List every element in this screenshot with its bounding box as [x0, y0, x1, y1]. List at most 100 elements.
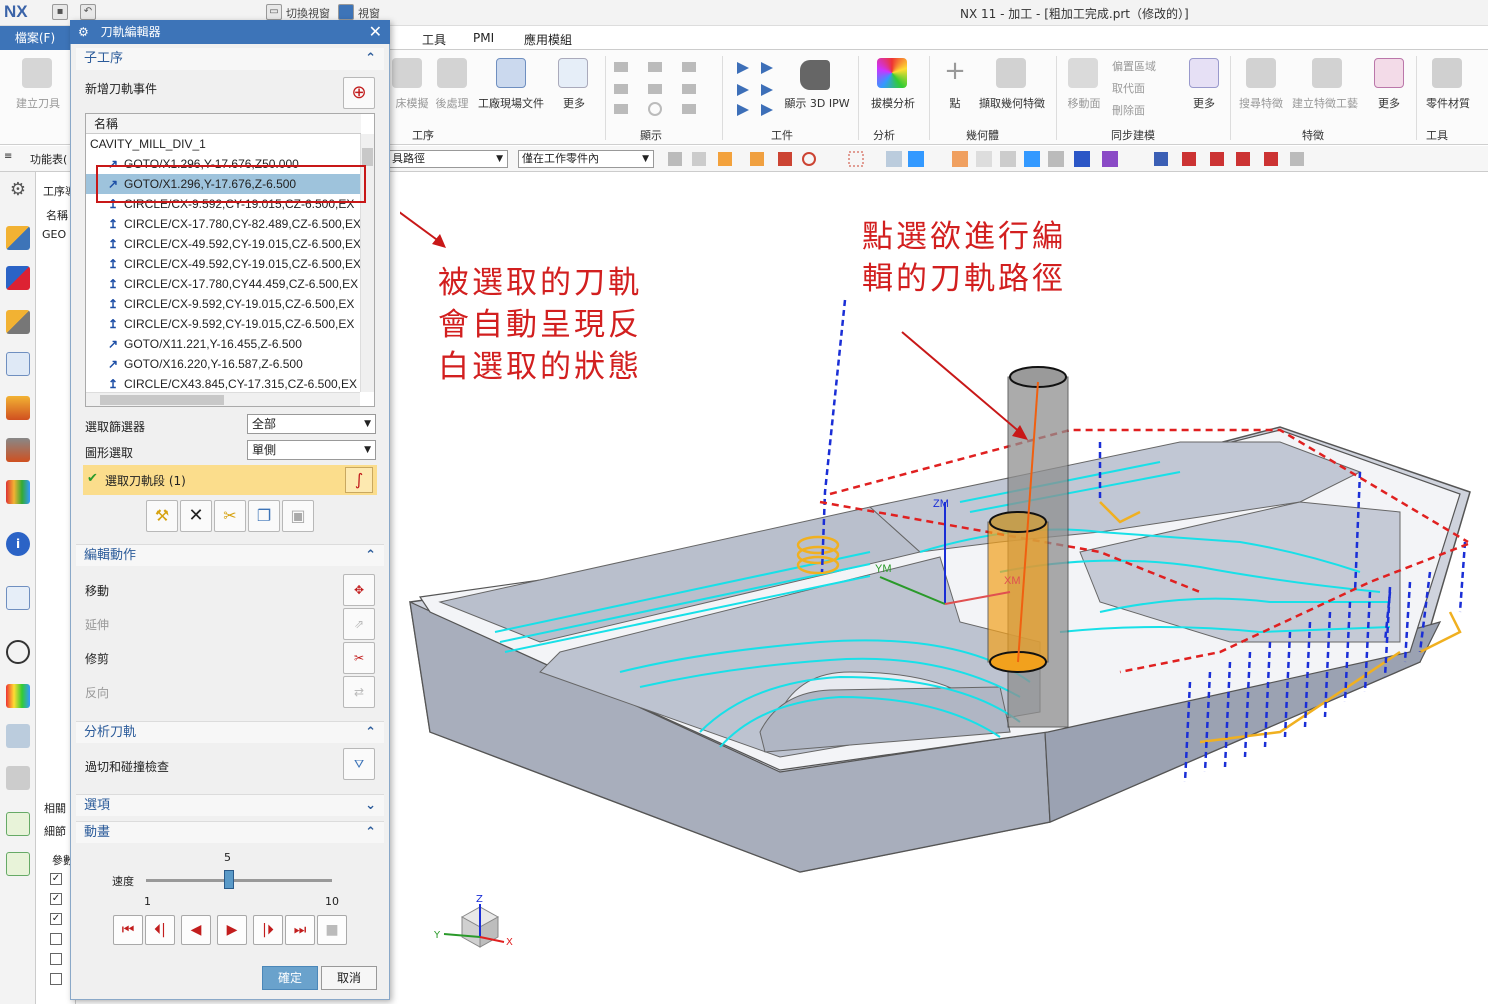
list-item[interactable]: ↗ GOTO/X11.221,Y-16.455,Z-6.500: [86, 334, 361, 354]
move-face-icon[interactable]: [1068, 58, 1098, 88]
trim-icon[interactable]: ✂: [343, 642, 375, 674]
curve-select-icon[interactable]: ∫: [345, 467, 373, 493]
list-horizontal-scrollbar[interactable]: [86, 392, 360, 406]
section-options-header[interactable]: 選項 ⌄: [76, 794, 384, 816]
details-panel-title[interactable]: 細節: [44, 823, 66, 839]
find-feature-button[interactable]: 搜尋特徵: [1236, 95, 1286, 111]
extract-geometry-icon[interactable]: [996, 58, 1026, 88]
operation-navigator-icon[interactable]: [6, 352, 30, 376]
gear-icon[interactable]: ⚙: [6, 178, 30, 202]
list-item[interactable]: ↥ CIRCLE/CX-49.592,CY-19.015,CZ-6.500,EX: [86, 254, 361, 274]
show-3d-ipw-button[interactable]: 顯示 3D IPW: [782, 95, 852, 111]
type-filter-select[interactable]: 具路徑 ▼: [388, 150, 508, 168]
select-segment-row[interactable]: ✔ 選取刀軌段 (1) ∫: [83, 465, 377, 495]
detail-checkbox[interactable]: ✓: [50, 913, 62, 925]
system-materials-icon[interactable]: [6, 724, 30, 748]
machine-sim-button[interactable]: 床模擬: [392, 95, 432, 111]
section-edit-header[interactable]: 編輯動作 ⌃: [76, 544, 384, 566]
section-subop-header[interactable]: 子工序 ⌃: [76, 48, 384, 70]
stop-button[interactable]: ■: [317, 915, 347, 945]
info-icon[interactable]: i: [6, 532, 30, 556]
rewind-to-start-button[interactable]: ⏮: [113, 915, 143, 945]
delete-icon[interactable]: ✕: [180, 500, 212, 532]
machine-tool-navigator-icon[interactable]: [6, 396, 30, 420]
play-backward-button[interactable]: ◀: [181, 915, 211, 945]
toolpath-event-list[interactable]: 名稱 CAVITY_MILL_DIV_1 ↗ GOTO/X1.296,Y-17.6…: [85, 113, 375, 407]
list-item[interactable]: ↥ CIRCLE/CX-17.780,CY-82.489,CZ-6.500,EX: [86, 214, 361, 234]
process-studio-icon[interactable]: [6, 766, 30, 790]
detail-checkbox[interactable]: ✓: [50, 893, 62, 905]
web-browser-icon[interactable]: [6, 586, 30, 610]
save-icon[interactable]: ▪: [52, 4, 68, 20]
more-ops-icon[interactable]: [558, 58, 588, 88]
postprocess-icon[interactable]: [437, 58, 467, 88]
menu-tools[interactable]: 工具: [422, 31, 446, 48]
close-icon[interactable]: ✕: [369, 20, 382, 44]
navigator-row-geometry[interactable]: GEO: [42, 228, 66, 241]
create-tool-button[interactable]: 建立刀具: [10, 95, 66, 111]
section-analyze-header[interactable]: 分析刀軌 ⌃: [76, 721, 384, 743]
detail-checkbox[interactable]: [50, 973, 62, 985]
move-icon[interactable]: ✥: [343, 574, 375, 606]
draft-analysis-icon[interactable]: [877, 58, 907, 88]
list-item[interactable]: ↥ CIRCLE/CX-9.592,CY-19.015,CZ-6.500,EX: [86, 314, 361, 334]
reuse-library-icon[interactable]: [6, 480, 30, 504]
part-navigator-icon[interactable]: [6, 226, 30, 250]
roles-icon[interactable]: [6, 812, 30, 836]
machine-sim-icon[interactable]: [392, 58, 422, 88]
gear-icon[interactable]: ⚙: [78, 25, 89, 39]
list-item[interactable]: ↥ CIRCLE/CX-17.780,CY44.459,CZ-6.500,EX: [86, 274, 361, 294]
paste-icon[interactable]: ▣: [282, 500, 314, 532]
play-forward-button[interactable]: ▶: [217, 915, 247, 945]
more-ops-button[interactable]: 更多: [556, 95, 592, 111]
shape-select[interactable]: 單側 ▼: [247, 440, 376, 460]
workpiece-tools-cluster[interactable]: [733, 58, 777, 120]
menu-applications[interactable]: 應用模組: [524, 31, 572, 48]
snap-tools-strip[interactable]: [664, 150, 1314, 168]
list-header[interactable]: 名稱: [86, 114, 361, 134]
extend-icon[interactable]: ⇗: [343, 608, 375, 640]
draft-analysis-button[interactable]: 拔模分析: [866, 95, 920, 111]
wrench-icon[interactable]: ⚒: [146, 500, 178, 532]
more-sync-button[interactable]: 更多: [1186, 95, 1222, 111]
roles-icon-2[interactable]: [6, 852, 30, 876]
menu-icon[interactable]: ≡: [4, 151, 12, 165]
list-root[interactable]: CAVITY_MILL_DIV_1: [86, 134, 361, 154]
delete-face-button[interactable]: 刪除面: [1112, 102, 1184, 118]
offset-region-button[interactable]: 偏置區域: [1112, 58, 1184, 74]
detail-checkbox[interactable]: [50, 933, 62, 945]
ok-button[interactable]: 確定: [262, 966, 318, 990]
history-clock-icon[interactable]: [6, 640, 30, 664]
detail-checkbox[interactable]: ✓: [50, 873, 62, 885]
list-item[interactable]: ↗ GOTO/X16.220,Y-16.587,Z-6.500: [86, 354, 361, 374]
ipw-icon[interactable]: [800, 60, 830, 90]
speed-slider-thumb[interactable]: [223, 870, 234, 889]
part-material-icon[interactable]: [1432, 58, 1462, 88]
window-menu-button[interactable]: 視窗: [358, 5, 380, 21]
file-menu[interactable]: 檔案(F): [0, 26, 70, 50]
shop-doc-button[interactable]: 工廠現場文件: [475, 95, 547, 111]
part-material-button[interactable]: 零件材質: [1420, 95, 1476, 111]
gouge-check-icon[interactable]: ⛛: [343, 748, 375, 780]
reverse-icon[interactable]: ⇄: [343, 676, 375, 708]
create-feature-process-icon[interactable]: [1312, 58, 1342, 88]
create-feature-process-button[interactable]: 建立特徵工藝: [1290, 95, 1360, 111]
section-animation-header[interactable]: 動畫 ⌃: [76, 821, 384, 843]
window-icon[interactable]: [338, 4, 354, 20]
menu-pmi[interactable]: PMI: [473, 31, 494, 45]
move-face-button[interactable]: 移動面: [1060, 95, 1108, 111]
more-feature-icon[interactable]: [1374, 58, 1404, 88]
find-feature-icon[interactable]: [1246, 58, 1276, 88]
undo-icon[interactable]: ↶: [80, 4, 96, 20]
display-tools-cluster[interactable]: [612, 58, 712, 120]
detail-checkbox[interactable]: [50, 953, 62, 965]
shop-doc-icon[interactable]: [496, 58, 526, 88]
copy-icon[interactable]: ❐: [248, 500, 280, 532]
create-tool-icon[interactable]: [22, 58, 52, 88]
constraint-navigator-icon[interactable]: [6, 310, 30, 334]
step-back-button[interactable]: ⏴|: [145, 915, 175, 945]
speed-slider-track[interactable]: [146, 879, 332, 882]
replace-face-button[interactable]: 取代面: [1112, 80, 1184, 96]
point-button[interactable]: 點: [940, 95, 970, 111]
more-sync-icon[interactable]: [1189, 58, 1219, 88]
